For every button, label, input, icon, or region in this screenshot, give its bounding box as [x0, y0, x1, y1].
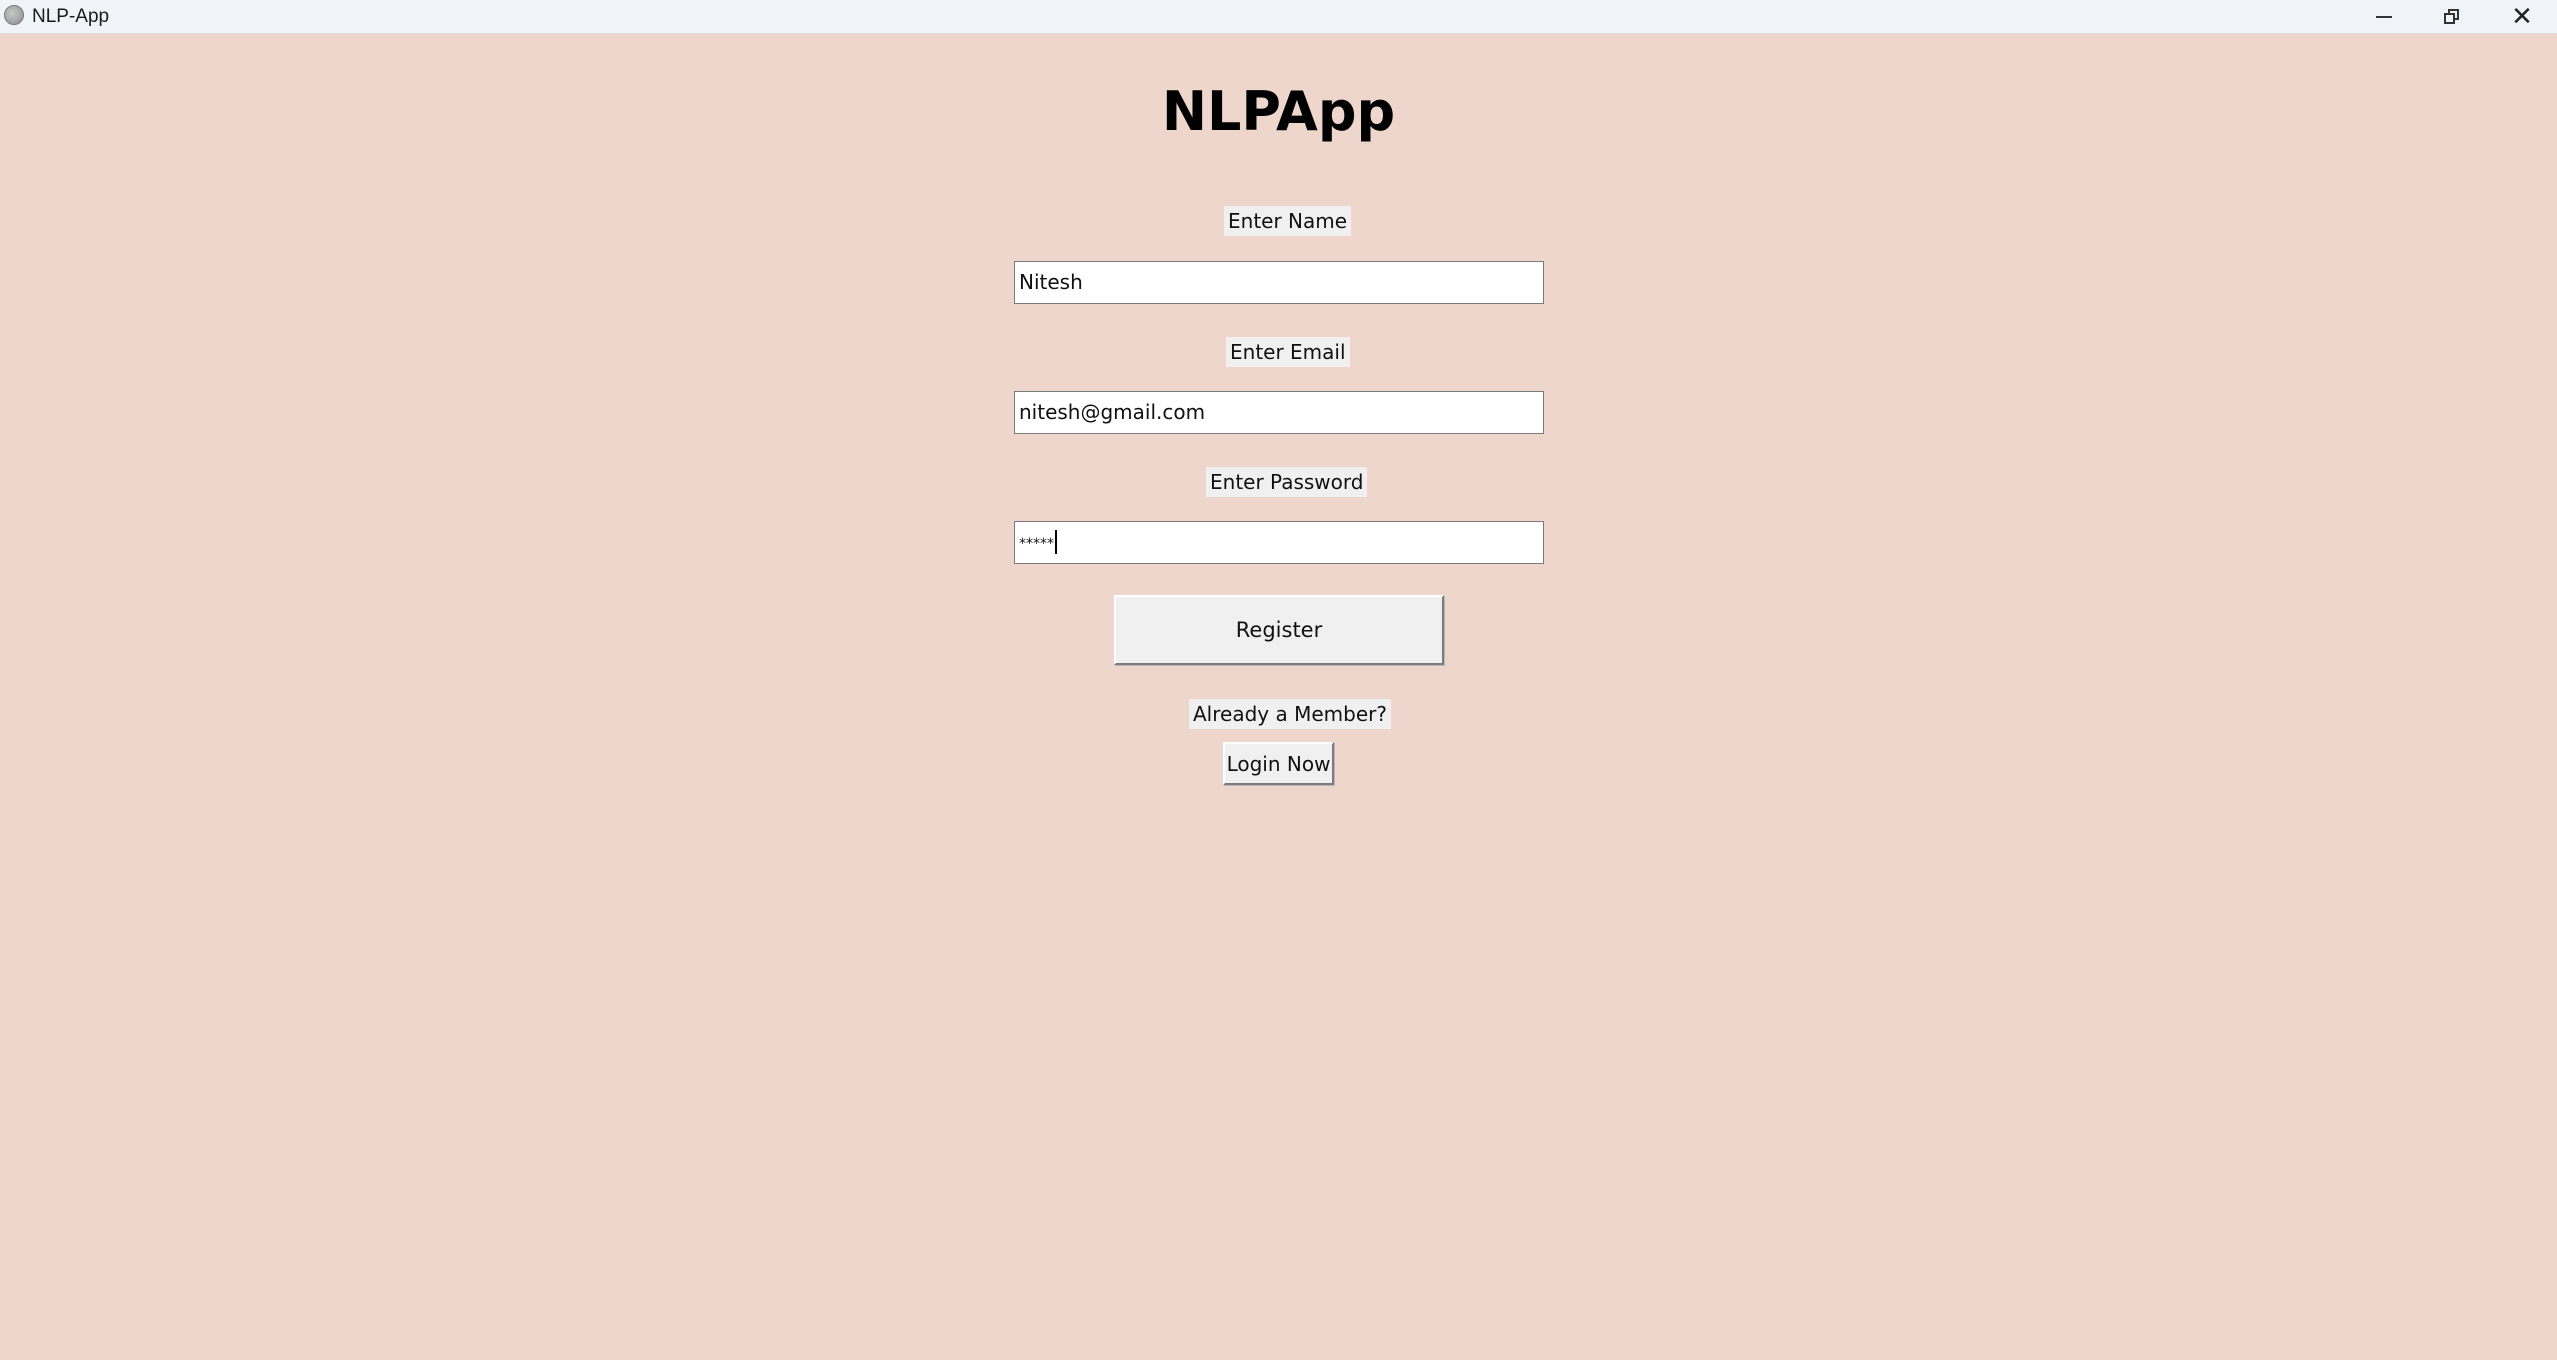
minimize-button[interactable] [2350, 0, 2418, 33]
login-now-button[interactable]: Login Now [1223, 742, 1334, 785]
email-field[interactable]: nitesh@gmail.com [1014, 391, 1544, 434]
email-label: Enter Email [1226, 337, 1350, 367]
close-icon: ✕ [2511, 1, 2533, 32]
page-title: NLPApp [1161, 80, 1396, 143]
member-prompt: Already a Member? [1189, 699, 1391, 729]
register-button[interactable]: Register [1114, 595, 1444, 665]
title-bar: NLP-App ✕ [0, 0, 2557, 34]
password-field[interactable]: ***** [1014, 521, 1544, 564]
window-title: NLP-App [32, 6, 110, 27]
password-label: Enter Password [1206, 467, 1368, 497]
name-label: Enter Name [1224, 206, 1352, 236]
maximize-icon [2444, 8, 2460, 25]
text-caret [1055, 530, 1057, 554]
close-button[interactable]: ✕ [2488, 0, 2556, 33]
minimize-icon [2376, 15, 2392, 18]
app-globe-icon [4, 5, 24, 25]
name-field[interactable]: Nitesh [1014, 261, 1544, 304]
maximize-button[interactable] [2418, 0, 2486, 33]
password-value: ***** [1019, 536, 1054, 552]
